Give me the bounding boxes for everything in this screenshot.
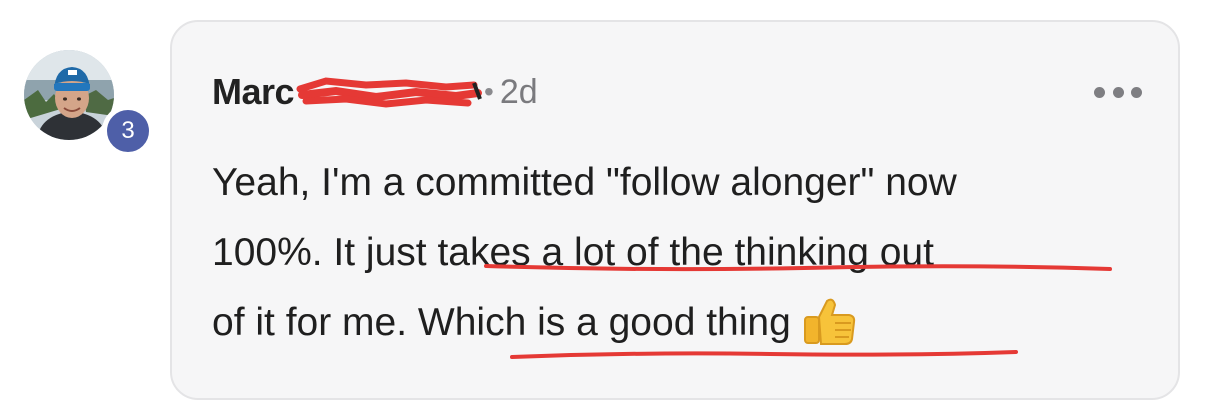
more-horizontal-icon — [1094, 86, 1105, 98]
avatar-group[interactable]: 3 — [24, 50, 154, 157]
red-underline-annotation-2 — [510, 350, 1018, 359]
timestamp[interactable]: 2d — [500, 73, 538, 112]
comment-line-2-prefix: 100%. It just — [212, 231, 438, 274]
more-options-button[interactable] — [1094, 80, 1142, 104]
avatar[interactable] — [24, 50, 114, 140]
comment-card: Marc • 2d Yeah, I'm a committed "follow … — [170, 20, 1180, 400]
comment-line-3-prefix: of it for me. — [212, 301, 418, 344]
comment-line-1: Yeah, I'm a committed "follow alonger" n… — [212, 161, 957, 204]
notification-badge: 3 — [102, 105, 154, 157]
thumbs-up-icon — [803, 298, 855, 345]
user-avatar-photo-icon — [24, 50, 114, 140]
comment-header: Marc • 2d — [212, 71, 538, 113]
red-underline-annotation-1 — [484, 264, 1112, 272]
comment-body: Yeah, I'm a committed "follow alonger" n… — [212, 148, 1152, 358]
highlighted-phrase-2: Which is a good thing — [417, 301, 791, 344]
author-name[interactable]: Marc — [212, 71, 295, 113]
redaction-scribble — [296, 77, 483, 108]
